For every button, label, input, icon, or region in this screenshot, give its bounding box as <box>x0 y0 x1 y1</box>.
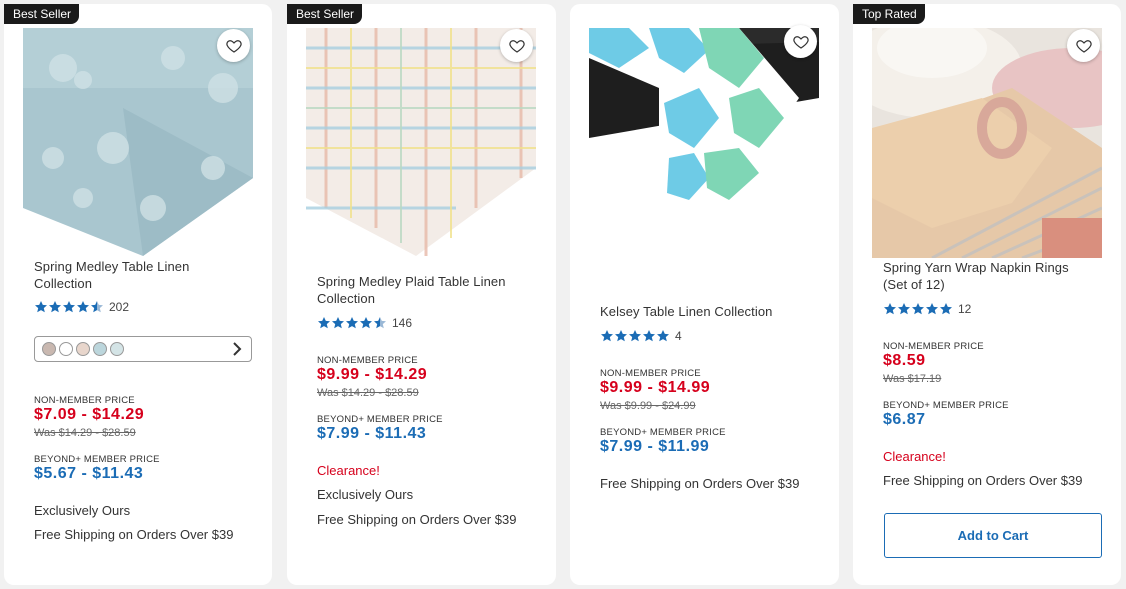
was-price: Was $14.29 - $28.59 <box>34 427 136 439</box>
add-to-cart-button[interactable]: Add to Cart <box>884 513 1102 558</box>
member-price-label: BEYOND+ MEMBER PRICE <box>600 427 726 438</box>
stars-icon <box>883 302 953 316</box>
wishlist-heart-icon[interactable] <box>784 25 817 58</box>
review-count: 202 <box>109 300 130 314</box>
shipping-note: Free Shipping on Orders Over $39 <box>600 476 800 491</box>
member-price-label: BEYOND+ MEMBER PRICE <box>883 400 1009 411</box>
non-member-price-label: NON-MEMBER PRICE <box>883 341 984 352</box>
product-card[interactable]: Best Seller Spring Medley Plaid Table Li… <box>287 4 556 585</box>
best-seller-badge: Best Seller <box>4 4 80 24</box>
product-title[interactable]: Kelsey Table Linen Collection <box>600 303 810 320</box>
product-card[interactable]: Best Seller Spring Medley Table Linen Co… <box>4 4 272 585</box>
member-price: $5.67 - $11.43 <box>34 465 144 482</box>
color-swatch[interactable] <box>110 342 124 356</box>
product-title[interactable]: Spring Medley Plaid Table Linen Collecti… <box>317 273 527 307</box>
star-rating: 12 <box>883 302 971 316</box>
member-price: $7.99 - $11.99 <box>600 438 710 455</box>
non-member-price-label: NON-MEMBER PRICE <box>317 355 418 366</box>
product-title[interactable]: Spring Yarn Wrap Napkin Rings (Set of 12… <box>883 259 1093 293</box>
product-card[interactable]: Top Rated Spring Yarn Wrap Napkin Rings … <box>853 4 1121 585</box>
shipping-note: Free Shipping on Orders Over $39 <box>883 473 1083 488</box>
product-card[interactable]: Kelsey Table Linen Collection 4 NON-MEMB… <box>570 4 839 585</box>
chevron-right-icon[interactable] <box>230 340 244 358</box>
review-count: 146 <box>392 316 413 330</box>
wishlist-heart-icon[interactable] <box>217 29 250 62</box>
member-price: $6.87 <box>883 411 926 428</box>
exclusive-label: Exclusively Ours <box>34 503 131 518</box>
member-price-label: BEYOND+ MEMBER PRICE <box>317 414 443 425</box>
review-count: 12 <box>958 302 972 316</box>
shipping-note: Free Shipping on Orders Over $39 <box>317 512 517 527</box>
best-seller-badge: Best Seller <box>287 4 363 24</box>
product-image[interactable] <box>589 28 819 258</box>
color-swatch[interactable] <box>42 342 56 356</box>
product-image[interactable] <box>23 28 253 258</box>
clearance-label: Clearance! <box>883 449 946 464</box>
non-member-price-label: NON-MEMBER PRICE <box>34 395 135 406</box>
clearance-label: Clearance! <box>317 463 380 478</box>
stars-icon <box>600 329 670 343</box>
stars-icon <box>34 300 104 314</box>
sale-price: $8.59 <box>883 352 926 369</box>
top-rated-badge: Top Rated <box>853 4 925 24</box>
product-image[interactable] <box>872 28 1102 258</box>
star-rating: 146 <box>317 316 412 330</box>
sale-price: $7.09 - $14.29 <box>34 406 145 423</box>
star-rating: 4 <box>600 329 682 343</box>
was-price: Was $17.19 <box>883 373 942 385</box>
was-price: Was $9.99 - $24.99 <box>600 400 696 412</box>
member-price: $7.99 - $11.43 <box>317 425 427 442</box>
wishlist-heart-icon[interactable] <box>500 29 533 62</box>
color-swatch[interactable] <box>59 342 73 356</box>
exclusive-label: Exclusively Ours <box>317 487 414 502</box>
non-member-price-label: NON-MEMBER PRICE <box>600 368 701 379</box>
member-price-label: BEYOND+ MEMBER PRICE <box>34 454 160 465</box>
wishlist-heart-icon[interactable] <box>1067 29 1100 62</box>
star-rating: 202 <box>34 300 129 314</box>
stars-icon <box>317 316 387 330</box>
product-image[interactable] <box>306 28 536 258</box>
color-swatch-selector[interactable] <box>34 336 252 362</box>
review-count: 4 <box>675 329 682 343</box>
color-swatch[interactable] <box>76 342 90 356</box>
product-title[interactable]: Spring Medley Table Linen Collection <box>34 258 244 292</box>
color-swatch[interactable] <box>93 342 107 356</box>
shipping-note: Free Shipping on Orders Over $39 <box>34 527 234 542</box>
was-price: Was $14.29 - $28.59 <box>317 387 419 399</box>
sale-price: $9.99 - $14.99 <box>600 379 711 396</box>
sale-price: $9.99 - $14.29 <box>317 366 428 383</box>
